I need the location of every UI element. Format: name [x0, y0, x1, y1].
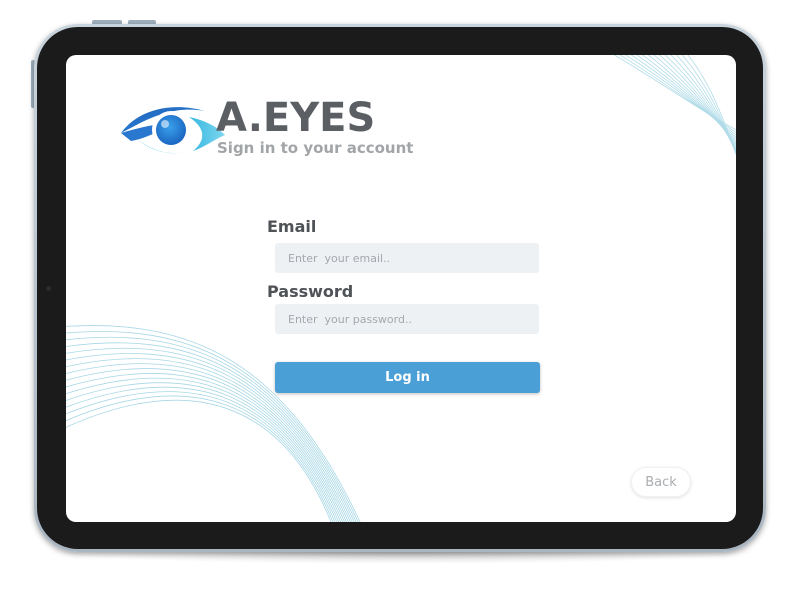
wave-line: [66, 395, 334, 522]
wave-line: [687, 55, 736, 156]
wave-line: [66, 386, 338, 522]
wave-line: [613, 55, 736, 131]
wave-line: [619, 55, 736, 133]
back-button[interactable]: Back: [631, 467, 691, 497]
password-field[interactable]: [275, 304, 539, 334]
wave-line: [625, 55, 736, 136]
wave-line: [66, 377, 341, 522]
wave-line: [66, 331, 359, 522]
wave-line: [653, 55, 736, 147]
password-label: Password: [267, 282, 354, 301]
wave-line: [676, 55, 736, 154]
wave-line: [642, 55, 736, 143]
email-field[interactable]: [275, 243, 539, 273]
wave-line: [66, 373, 343, 522]
brand-title: A.EYES: [216, 95, 376, 141]
email-label: Email: [267, 217, 317, 236]
wave-line: [66, 325, 361, 522]
eye-icon: [119, 99, 229, 163]
wave-line: [681, 55, 736, 155]
camera-dot: [46, 286, 51, 291]
wave-line: [66, 391, 336, 522]
wave-line: [670, 55, 736, 153]
login-screen: A.EYES Sign in to your account Email Pas…: [66, 55, 736, 522]
wave-line: [664, 55, 736, 151]
wave-line: [636, 55, 736, 141]
wave-line: [647, 55, 736, 145]
wave-line: [630, 55, 736, 138]
login-button[interactable]: Log in: [275, 362, 540, 393]
wave-line: [66, 382, 340, 522]
page-subtitle: Sign in to your account: [217, 139, 414, 157]
device-mockup-stage: A.EYES Sign in to your account Email Pas…: [0, 0, 800, 600]
wave-line: [659, 55, 736, 149]
wave-line: [66, 399, 332, 522]
